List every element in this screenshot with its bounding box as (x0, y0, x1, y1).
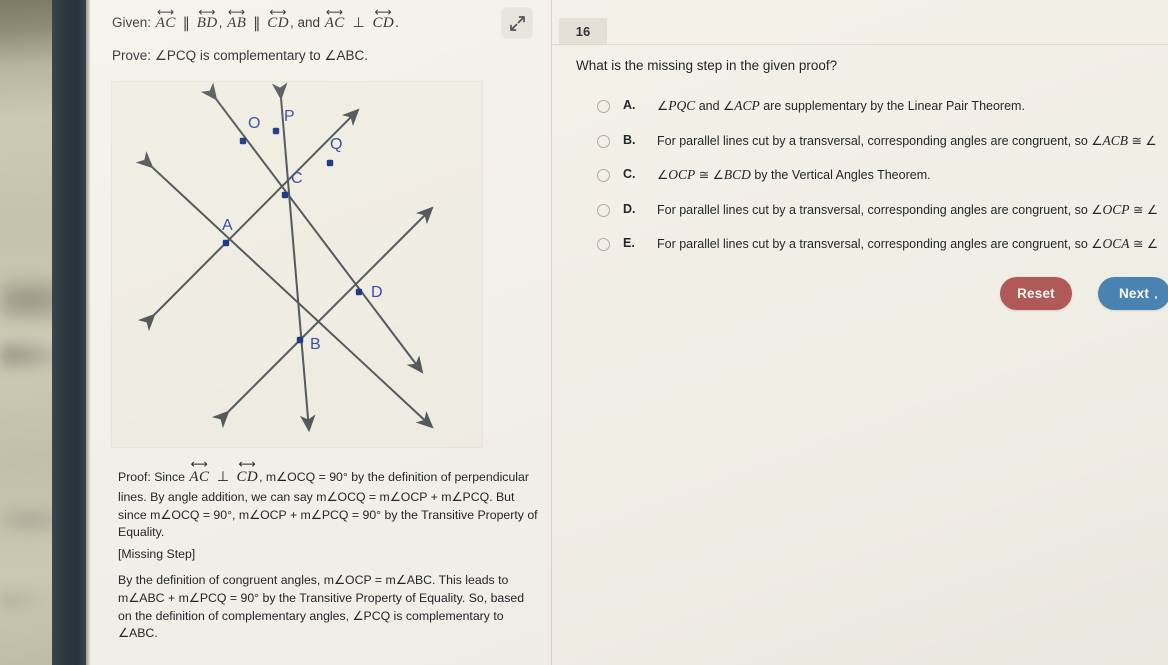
line-AB (135, 151, 434, 429)
figure-label-b: B (310, 336, 321, 353)
option-text: For parallel lines cut by a transversal,… (657, 132, 1157, 148)
figure-point-o (239, 137, 247, 145)
radio-c[interactable] (597, 169, 610, 182)
figure-label-o: O (248, 115, 260, 132)
segment-ac-1: ⟷ AC (155, 5, 176, 31)
question-header-rule (552, 44, 1168, 45)
line-CD (200, 82, 424, 374)
page: Given: ⟷ AC ∥ ⟷ BD, ⟷ AB ∥ ⟷ CD, and ⟷ AC ⊥ ⟷… (90, 0, 1168, 665)
option-row-d[interactable]: D. For parallel lines cut by a transversa… (597, 202, 1168, 218)
proof-1-prefix: Proof: Since (118, 470, 185, 484)
answer-options-list: A. ∠PQC and ∠ACP are supplementary by the… (597, 98, 1168, 271)
missing-step-placeholder: [Missing Step] (118, 547, 196, 561)
perpendicular-symbol-2: ⊥ (216, 468, 230, 484)
figure-label-a: A (222, 217, 233, 234)
question-panel: 16 What is the missing step in the given… (552, 0, 1168, 665)
screen: Given: ⟷ AC ∥ ⟷ BD, ⟷ AB ∥ ⟷ CD, and ⟷ AC ⊥ ⟷… (90, 0, 1168, 665)
option-row-b[interactable]: B. For parallel lines cut by a transversa… (597, 133, 1168, 149)
option-text: For parallel lines cut by a transversal,… (657, 201, 1159, 217)
segment-ab: ⟷ AB (227, 5, 247, 31)
figure-label-q: Q (330, 136, 342, 153)
figure-label-p: P (284, 108, 295, 125)
proof-segment-cd: ⟷ CD (236, 457, 259, 485)
parallel-symbol-1: ∥ (182, 15, 191, 32)
next-button-dot (1154, 296, 1157, 299)
option-text: ∠OCP ≅ ∠BCD by the Vertical Angles Theor… (657, 167, 931, 182)
proof-segment-ac: ⟷ AC (189, 457, 210, 485)
segment-cd-1: ⟷ CD (267, 5, 289, 31)
next-button[interactable]: Next (1098, 277, 1168, 310)
option-letter: C. (623, 167, 636, 181)
option-row-c[interactable]: C. ∠OCP ≅ ∠BCD by the Vertical Angles The… (597, 167, 1168, 183)
given-label: Given: (112, 15, 152, 30)
given-statement: Given: ⟷ AC ∥ ⟷ BD, ⟷ AB ∥ ⟷ CD, and ⟷ AC ⊥ ⟷… (112, 5, 512, 32)
proof-paragraph-1: Proof: Since ⟷ AC ⊥ ⟷ CD, m∠OCQ = 90° by t… (118, 457, 538, 542)
radio-e[interactable] (597, 238, 610, 251)
problem-panel: Given: ⟷ AC ∥ ⟷ BD, ⟷ AB ∥ ⟷ CD, and ⟷ AC ⊥ ⟷… (90, 0, 551, 665)
question-prompt: What is the missing step in the given pr… (576, 58, 838, 73)
figure-label-c: C (291, 170, 303, 187)
reset-button[interactable]: Reset (1000, 277, 1072, 310)
line-AC (137, 108, 360, 332)
segment-cd-2: ⟷ CD (372, 5, 395, 31)
perpendicular-symbol-1: ⊥ (352, 14, 365, 30)
option-row-a[interactable]: A. ∠PQC and ∠ACP are supplementary by the… (597, 98, 1168, 114)
radio-a[interactable] (597, 100, 610, 113)
device-bezel (52, 0, 88, 665)
prove-statement: Prove: ∠PCQ is complementary to ∠ABC. (112, 48, 369, 63)
segment-ac-2: ⟷ AC (324, 5, 345, 31)
line-BD (211, 206, 434, 429)
figure-point-a (222, 239, 230, 247)
option-text: For parallel lines cut by a transversal,… (657, 236, 1159, 251)
figure-point-p (272, 127, 280, 135)
option-letter: D. (623, 201, 636, 216)
proof-paragraph-2: By the definition of congruent angles, m… (118, 573, 525, 641)
option-row-e[interactable]: E. For parallel lines cut by a transversa… (597, 236, 1168, 252)
option-letter: A. (623, 98, 636, 112)
option-letter: B. (623, 132, 636, 147)
option-letter: E. (623, 236, 635, 250)
figure-point-c (281, 191, 289, 199)
next-button-label: Next (1118, 286, 1150, 301)
radio-b[interactable] (597, 134, 610, 148)
parallel-symbol-2: ∥ (253, 15, 261, 32)
given-and: , and (289, 15, 320, 30)
expand-diagonal-icon (509, 15, 525, 31)
figure-label-d: D (371, 284, 383, 301)
figure-point-q (326, 159, 334, 167)
line-PB (271, 82, 316, 433)
expand-diagram-button[interactable] (502, 8, 532, 38)
geometry-figure-svg: A B C D O P Q (135, 82, 434, 433)
segment-bd: ⟷ BD (196, 5, 218, 31)
radio-d[interactable] (597, 203, 610, 217)
question-number-tab[interactable]: 16 (559, 18, 607, 44)
geometry-figure[interactable]: A B C D O P Q (112, 82, 482, 447)
figure-point-d (355, 288, 363, 296)
action-buttons: Reset Next (1000, 277, 1168, 310)
option-text: ∠PQC and ∠ACP are supplementary by the L… (657, 98, 1025, 113)
figure-point-b (296, 336, 304, 344)
